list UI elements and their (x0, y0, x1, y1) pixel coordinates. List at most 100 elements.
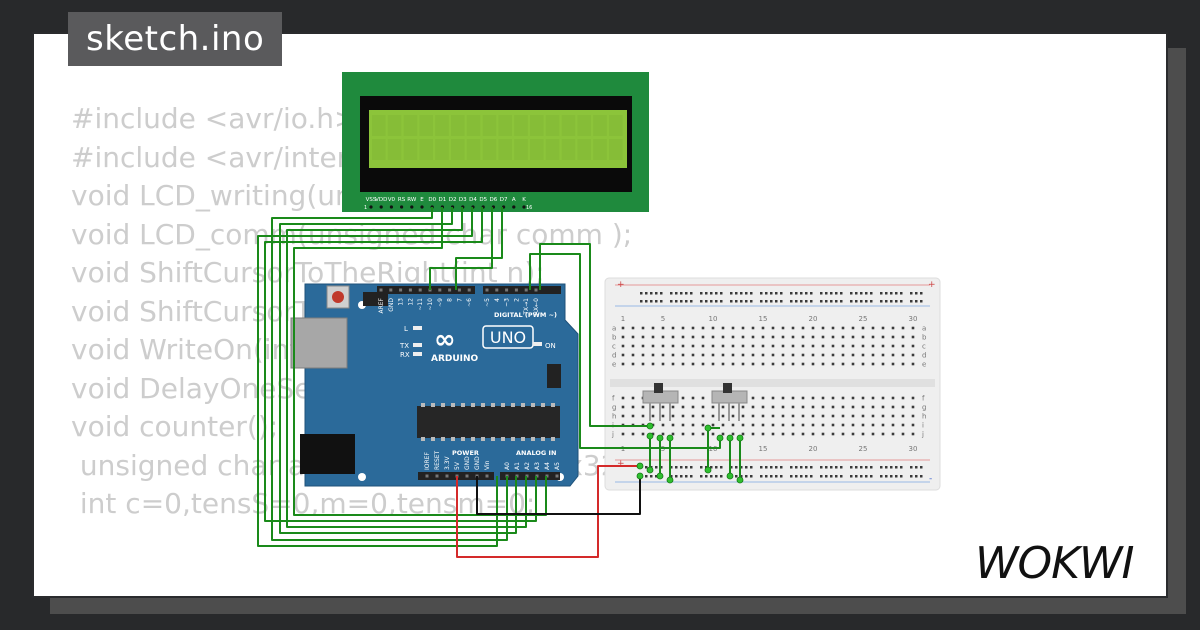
rail-hole (900, 466, 903, 469)
switch-pin (669, 403, 671, 421)
rail-hole (770, 300, 773, 303)
wire-endpoint (704, 466, 712, 474)
lcd-char-cell (466, 115, 481, 136)
lcd-char-cell (561, 115, 576, 136)
breadboard-hole (701, 414, 705, 418)
breadboard-hole (831, 344, 835, 348)
column-number: 20 (809, 445, 818, 453)
breadboard-hole (841, 405, 845, 409)
arduino-logo-icon: ∞ (434, 325, 456, 355)
rail-hole (800, 475, 803, 478)
breadboard-hole (861, 353, 865, 357)
rail-hole (780, 300, 783, 303)
breadboard-hole (861, 335, 865, 339)
breadboard-hole (821, 344, 825, 348)
analog-header (500, 472, 560, 480)
rail-hole (850, 292, 853, 295)
lcd-char-cell (372, 139, 386, 160)
chip-pin (431, 437, 435, 441)
breadboard-hole (681, 396, 685, 400)
breadboard-hole (711, 423, 715, 427)
breadboard-hole (861, 344, 865, 348)
rail-hole (890, 475, 893, 478)
breadboard-hole (681, 423, 685, 427)
rail-hole (670, 300, 673, 303)
breadboard-hole (771, 423, 775, 427)
digital-pin-label: 2 (513, 298, 520, 302)
lcd-pin (369, 205, 373, 209)
breadboard-hole (661, 335, 665, 339)
lcd-char-cell (498, 139, 512, 160)
rail-hole (670, 292, 673, 295)
breadboard-hole (841, 353, 845, 357)
wire-endpoint (736, 476, 744, 484)
rail-hole (700, 300, 703, 303)
led-rx (413, 352, 422, 356)
rail-hole (650, 475, 653, 478)
rail-hole (750, 475, 753, 478)
breadboard-hole (661, 326, 665, 330)
breadboard-hole (871, 414, 875, 418)
power-pin-label: GND (474, 456, 481, 470)
rail-hole (750, 300, 753, 303)
rail-hole (735, 300, 738, 303)
lcd-pin-label: A (512, 197, 516, 203)
digital-pin (418, 288, 422, 292)
rail-hole (910, 466, 913, 469)
lcd-pin-label: D4 (469, 197, 477, 203)
lcd-char-cell (419, 139, 433, 160)
breadboard-hole (661, 414, 665, 418)
lcd-char-cell (514, 115, 528, 136)
breadboard-hole (821, 432, 825, 436)
breadboard-hole (821, 335, 825, 339)
breadboard-hole (851, 432, 855, 436)
power-header-label: POWER (452, 449, 479, 457)
rail-hole (650, 292, 653, 295)
breadboard-hole (671, 362, 675, 366)
rail-hole (855, 466, 858, 469)
breadboard-hole (911, 405, 915, 409)
chip-pin (481, 403, 485, 407)
breadboard-hole (801, 335, 805, 339)
chip-pin (511, 403, 515, 407)
breadboard-hole (701, 432, 705, 436)
rail-hole (765, 292, 768, 295)
analog-pin (555, 474, 559, 478)
breadboard-hole (761, 423, 765, 427)
row-letter: h (612, 413, 616, 421)
rail-hole (780, 292, 783, 295)
breadboard-hole (911, 423, 915, 427)
breadboard-hole (761, 326, 765, 330)
row-letter: e (612, 361, 616, 369)
power-pin-label: IOREF (424, 452, 431, 470)
digital-pin (448, 288, 452, 292)
rail-hole (790, 475, 793, 478)
breadboard-hole (741, 326, 745, 330)
lcd-char-cell (435, 115, 449, 136)
lcd-pin-label: RS (398, 197, 406, 203)
wire-endpoint (726, 434, 734, 442)
breadboard-hole (691, 414, 695, 418)
breadboard-hole (811, 414, 815, 418)
breadboard-hole (871, 362, 875, 366)
breadboard-hole (801, 396, 805, 400)
led-tx (413, 343, 422, 347)
lcd-char-cell (403, 139, 418, 160)
switch-lever (723, 383, 732, 393)
breadboard-hole (811, 432, 815, 436)
lcd-pin-label: E (420, 197, 424, 203)
digital-pin (399, 288, 403, 292)
rail-hole (780, 466, 783, 469)
breadboard-hole (691, 423, 695, 427)
rail-hole (700, 292, 703, 295)
row-letter: d (922, 352, 926, 360)
rail-hole (690, 292, 693, 295)
breadboard-hole (851, 353, 855, 357)
rail-hole (830, 475, 833, 478)
column-number: 20 (809, 315, 818, 323)
rail-hole (870, 300, 873, 303)
lcd-pin-label: D5 (479, 197, 487, 203)
breadboard-hole (631, 396, 635, 400)
rail-hole (760, 475, 763, 478)
breadboard-hole (771, 344, 775, 348)
